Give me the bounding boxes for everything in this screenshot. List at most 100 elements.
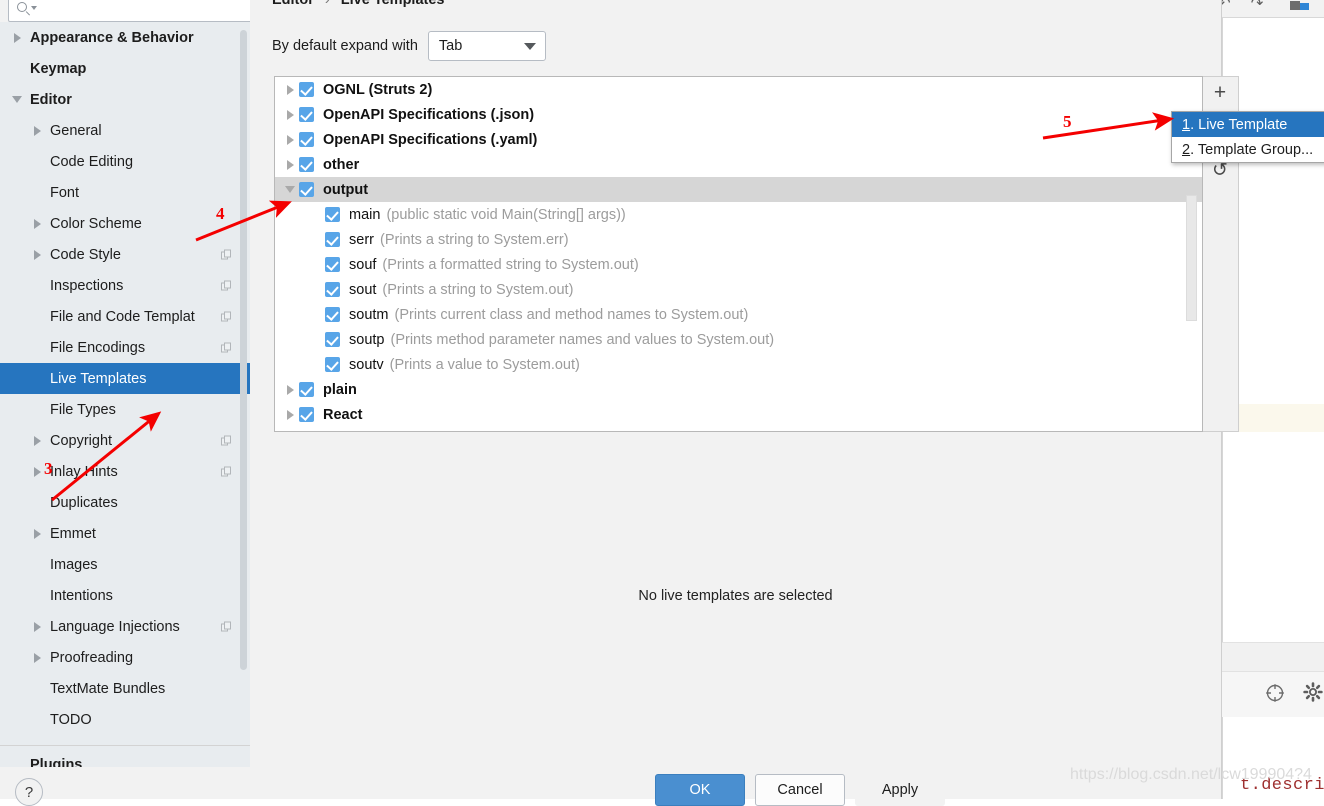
search-input[interactable] [37, 0, 267, 17]
template-group-row[interactable]: React [275, 402, 1202, 427]
sidebar-item-file-and-code-templat[interactable]: File and Code Templat [0, 301, 250, 332]
checkbox-checked[interactable] [325, 257, 340, 272]
add-template-button[interactable]: + [1203, 77, 1237, 107]
sidebar-item-textmate-bundles[interactable]: TextMate Bundles [0, 673, 250, 704]
ide-panel-band [1222, 642, 1324, 672]
sidebar-item-general[interactable]: General [0, 115, 250, 146]
sidebar-item-todo[interactable]: TODO [0, 704, 250, 735]
checkbox-checked[interactable] [299, 107, 314, 122]
chevron-right-icon[interactable] [281, 409, 299, 420]
checkbox-checked[interactable] [299, 82, 314, 97]
sidebar-item-duplicates[interactable]: Duplicates [0, 487, 250, 518]
template-row[interactable]: soutp (Prints method parameter names and … [275, 327, 1202, 352]
apply-button[interactable]: Apply [855, 774, 945, 806]
sidebar-item-live-templates[interactable]: Live Templates [0, 363, 250, 394]
chevron-right-icon[interactable] [30, 125, 44, 136]
template-name: other [323, 156, 360, 173]
sidebar-item-appearance-behavior[interactable]: Appearance & Behavior [0, 22, 250, 53]
template-row[interactable]: souf (Prints a formatted string to System… [275, 252, 1202, 277]
sidebar-item-copyright[interactable]: Copyright [0, 425, 250, 456]
add-template-menu[interactable]: 1 . Live Template 2 . Template Group... [1171, 111, 1324, 163]
chevron-down-icon[interactable] [10, 96, 24, 103]
sidebar-item-code-editing[interactable]: Code Editing [0, 146, 250, 177]
sidebar-item-keymap[interactable]: Keymap [0, 53, 250, 84]
chevron-right-icon[interactable] [30, 218, 44, 229]
sidebar-item-file-encodings[interactable]: File Encodings [0, 332, 250, 363]
checkbox-checked[interactable] [325, 207, 340, 222]
watermark: https://blog.csdn.net/lcw199904?4 [1070, 766, 1312, 783]
menu-item-label: . Live Template [1190, 116, 1288, 133]
sidebar-scrollbar[interactable] [240, 30, 247, 670]
chevron-right-icon[interactable] [281, 134, 299, 145]
menu-item-live-template[interactable]: 1 . Live Template [1172, 112, 1324, 137]
chevron-right-icon[interactable] [281, 109, 299, 120]
sidebar-item-color-scheme[interactable]: Color Scheme [0, 208, 250, 239]
chevron-right-icon[interactable] [281, 159, 299, 170]
chevron-right-icon[interactable] [30, 652, 44, 663]
checkbox-checked[interactable] [299, 132, 314, 147]
template-name: output [323, 181, 369, 198]
sidebar-item-intentions[interactable]: Intentions [0, 580, 250, 611]
checkbox-checked[interactable] [325, 357, 340, 372]
target-icon[interactable] [1264, 682, 1286, 707]
template-name: souf [349, 256, 377, 273]
search-icon [17, 1, 31, 16]
chevron-down-icon[interactable] [281, 186, 299, 193]
chevron-right-icon[interactable] [30, 249, 44, 260]
expand-with-row: By default expand with Tab [272, 31, 546, 61]
template-row[interactable]: sout (Prints a string to System.out) [275, 277, 1202, 302]
chevron-right-icon[interactable] [10, 32, 24, 43]
undo-redo-icons[interactable]: ↶ ↷ [1218, 0, 1271, 12]
expand-with-select[interactable]: Tab [427, 31, 546, 61]
checkbox-checked[interactable] [299, 407, 314, 422]
sidebar-item-plugins[interactable]: Plugins [30, 757, 82, 767]
sidebar-item-code-style[interactable]: Code Style [0, 239, 250, 270]
search-box[interactable] [8, 0, 268, 22]
sidebar-item-font[interactable]: Font [0, 177, 250, 208]
sidebar-item-emmet[interactable]: Emmet [0, 518, 250, 549]
tree-scrollbar[interactable] [1186, 195, 1197, 321]
menu-item-template-group[interactable]: 2 . Template Group... [1172, 137, 1324, 162]
template-name: plain [323, 381, 357, 398]
chevron-right-icon[interactable] [30, 621, 44, 632]
template-group-row[interactable]: OGNL (Struts 2) [275, 77, 1202, 102]
checkbox-checked[interactable] [325, 282, 340, 297]
chevron-right-icon[interactable] [30, 466, 44, 477]
template-group-row[interactable]: plain [275, 377, 1202, 402]
copy-icon [221, 435, 232, 446]
ok-button[interactable]: OK [655, 774, 745, 806]
sidebar-item-inspections[interactable]: Inspections [0, 270, 250, 301]
sidebar-item-label: File Types [50, 401, 116, 418]
sidebar-item-inlay-hints[interactable]: Inlay Hints [0, 456, 250, 487]
template-row[interactable]: soutv (Prints a value to System.out) [275, 352, 1202, 377]
template-row[interactable]: serr (Prints a string to System.err) [275, 227, 1202, 252]
sidebar-item-images[interactable]: Images [0, 549, 250, 580]
chevron-right-icon[interactable] [281, 84, 299, 95]
template-group-row[interactable]: output [275, 177, 1202, 202]
sidebar-item-language-injections[interactable]: Language Injections [0, 611, 250, 642]
checkbox-checked[interactable] [325, 232, 340, 247]
sidebar-item-proofreading[interactable]: Proofreading [0, 642, 250, 673]
template-row[interactable]: main (public static void Main(String[] ar… [275, 202, 1202, 227]
breadcrumb-leaf: Live Templates [340, 0, 445, 8]
settings-sidebar[interactable]: Appearance & Behavior Keymap Editor General… [0, 22, 250, 767]
layout-icon[interactable] [1290, 1, 1300, 10]
gear-icon[interactable] [1303, 682, 1323, 705]
checkbox-checked[interactable] [299, 182, 314, 197]
sidebar-item-file-types[interactable]: File Types [0, 394, 250, 425]
chevron-right-icon[interactable] [30, 528, 44, 539]
cancel-button[interactable]: Cancel [755, 774, 845, 806]
checkbox-checked[interactable] [325, 332, 340, 347]
template-description: (Prints a value to System.out) [389, 356, 580, 373]
chevron-right-icon[interactable] [281, 384, 299, 395]
chevron-right-icon[interactable] [30, 435, 44, 446]
template-group-row[interactable]: other [275, 152, 1202, 177]
checkbox-checked[interactable] [299, 157, 314, 172]
annotation-number-5: 5 [1063, 112, 1072, 131]
sidebar-item-editor[interactable]: Editor [0, 84, 250, 115]
template-row[interactable]: soutm (Prints current class and method na… [275, 302, 1202, 327]
breadcrumb-root[interactable]: Editor [272, 0, 314, 8]
checkbox-checked[interactable] [325, 307, 340, 322]
checkbox-checked[interactable] [299, 382, 314, 397]
sidebar-item-label: Live Templates [50, 370, 147, 387]
